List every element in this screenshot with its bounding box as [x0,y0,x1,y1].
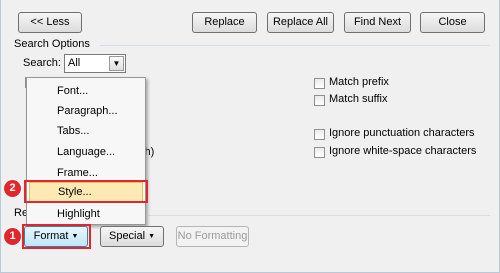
dropdown-arrow-icon: ▼ [148,233,155,240]
match-suffix-checkbox[interactable] [314,95,325,106]
no-formatting-button-label: No Formatting [177,230,248,242]
ignore-punctuation-checkbox[interactable] [314,129,325,140]
match-suffix-label: Match suffix [329,93,388,105]
menu-item-style[interactable]: Style... [29,182,143,202]
less-button-label: << Less [30,16,70,28]
replace-all-button-label: Replace All [272,16,329,28]
find-next-button[interactable]: Find Next [344,12,411,33]
less-button[interactable]: << Less [18,12,82,33]
menu-item-paragraph[interactable]: Paragraph... [29,101,143,121]
match-prefix-label: Match prefix [329,76,389,88]
search-options-divider [100,45,490,46]
step-1-badge: 1 [4,228,21,245]
dropdown-arrow-icon: ▼ [71,233,79,240]
close-button[interactable]: Close [420,12,485,33]
replace-divider [148,215,490,216]
ignore-punctuation-label: Ignore punctuation characters [329,127,475,139]
replace-button[interactable]: Replace [192,12,257,33]
replace-all-button[interactable]: Replace All [267,12,334,33]
no-formatting-button: No Formatting [176,226,249,247]
ignore-whitespace-label: Ignore white-space characters [329,145,477,157]
format-menu: Font... Paragraph... Tabs... Language...… [26,77,146,225]
menu-item-language[interactable]: Language... [29,142,143,162]
menu-item-frame[interactable]: Frame... [29,163,143,183]
find-next-button-label: Find Next [353,16,402,28]
special-button-label: Special [108,230,146,242]
search-direction-label: Search: [23,57,61,69]
format-button[interactable]: Format ▼ [24,226,88,247]
search-direction-select[interactable]: All ▼ [64,54,126,73]
match-prefix-checkbox[interactable] [314,78,325,89]
step-2-badge: 2 [4,180,21,197]
search-direction-value: All [68,57,81,69]
menu-item-tabs[interactable]: Tabs... [29,121,143,141]
close-button-label: Close [438,16,467,28]
ignore-whitespace-checkbox[interactable] [314,147,325,158]
replace-button-label: Replace [204,16,245,28]
format-button-label: Format [33,230,69,242]
search-options-group-label: Search Options [14,38,90,50]
menu-item-highlight[interactable]: Highlight [29,204,143,224]
chevron-down-icon[interactable]: ▼ [109,56,124,71]
menu-item-font[interactable]: Font... [29,81,143,101]
special-button[interactable]: Special ▼ [100,226,164,247]
